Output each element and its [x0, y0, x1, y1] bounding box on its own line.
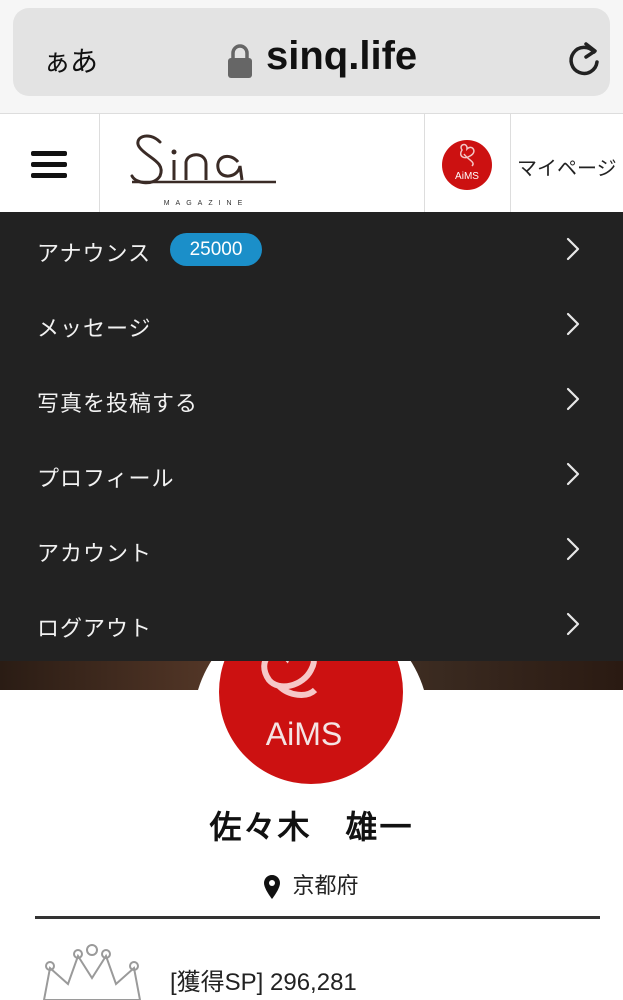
menu-item-account[interactable]: アカウント	[0, 512, 623, 587]
chevron-right-icon	[566, 237, 580, 261]
chevron-right-icon	[566, 537, 580, 561]
avatar: AiMS	[442, 140, 492, 190]
profile-avatar-label: AiMS	[265, 716, 343, 752]
menu-item-profile[interactable]: プロフィール	[0, 437, 623, 512]
logo-subtitle: MAGAZINE	[163, 200, 249, 207]
divider	[35, 916, 600, 919]
avatar-label: AiMS	[455, 171, 479, 182]
mypage-link[interactable]: マイページ	[517, 152, 617, 181]
earned-sp: [獲得SP] 296,281	[170, 969, 357, 996]
site-logo[interactable]: MAGAZINE	[126, 122, 286, 212]
announce-count-badge: 25000	[170, 233, 262, 266]
profile-name: 佐々木 雄一	[209, 808, 414, 846]
menu-item-label: 写真を投稿する	[37, 392, 199, 417]
chevron-right-icon	[566, 312, 580, 336]
menu-item-logout[interactable]: ログアウト	[0, 587, 623, 662]
sinq-logo-mark	[130, 134, 276, 185]
site-header: MAGAZINE AiMS マイページ	[0, 113, 623, 213]
url-text[interactable]: sinq.life	[266, 34, 417, 79]
header-avatar-button[interactable]: AiMS	[424, 114, 511, 213]
lock-icon	[228, 44, 252, 78]
menu-item-announce[interactable]: アナウンス 25000	[0, 212, 623, 287]
chevron-right-icon	[566, 612, 580, 636]
aims-logo-icon	[459, 143, 475, 167]
menu-item-post-photo[interactable]: 写真を投稿する	[0, 362, 623, 437]
location-pin-icon	[264, 875, 281, 899]
reload-icon[interactable]	[565, 38, 603, 78]
profile-location: 京都府	[0, 868, 623, 900]
nav-menu: アナウンス 25000 メッセージ 写真を投稿する プロフィール アカウント ロ…	[0, 212, 623, 661]
menu-item-label: ログアウト	[37, 617, 153, 642]
text-size-button[interactable]: ぁあ	[43, 40, 98, 80]
location-text: 京都府	[292, 874, 359, 899]
address-bar[interactable]: ぁあ sinq.life	[13, 8, 610, 96]
menu-item-label: アカウント	[37, 542, 153, 567]
chevron-right-icon	[566, 387, 580, 411]
crown-icon	[42, 944, 142, 1000]
menu-item-label: プロフィール	[37, 467, 175, 492]
menu-item-label: アナウンス	[37, 242, 152, 267]
browser-toolbar: ぁあ sinq.life	[0, 0, 623, 113]
chevron-right-icon	[566, 462, 580, 486]
hamburger-menu-button[interactable]	[0, 114, 100, 213]
menu-item-label: メッセージ	[37, 317, 152, 342]
menu-item-message[interactable]: メッセージ	[0, 287, 623, 362]
